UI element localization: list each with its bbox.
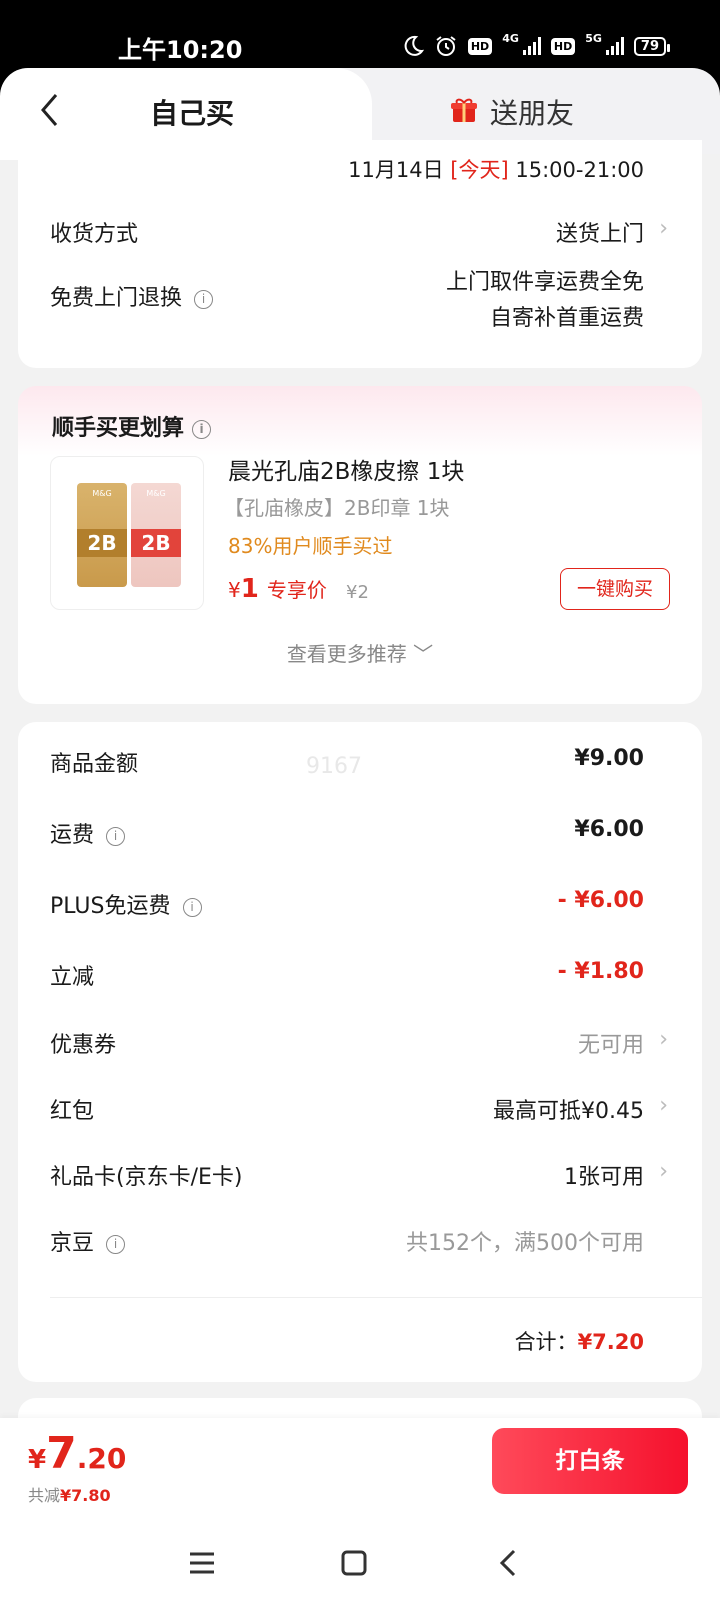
divider — [50, 1297, 702, 1298]
free-return-label: 免费上门退换 i — [50, 280, 214, 312]
delivery-time[interactable]: 11月14日 [今天] 15:00-21:00 — [348, 154, 644, 184]
info-icon[interactable]: i — [106, 1234, 126, 1254]
coupon-label: 优惠券 — [50, 1033, 117, 1058]
more-recommend-link[interactable]: 查看更多推荐 ﹀ — [18, 638, 702, 667]
recommend-title-text: 顺手买更划算 — [52, 416, 185, 441]
product-spec: 【孔庙橡皮】2B印章 1块 — [224, 496, 450, 520]
tab-send-friend-label: 送朋友 — [490, 97, 575, 130]
network-4g-label: 4G — [502, 31, 519, 45]
pay-dec: .20 — [76, 1442, 127, 1475]
eraser-brand: M&G — [146, 489, 166, 498]
chevron-right-icon[interactable]: › — [659, 1093, 668, 1118]
info-icon[interactable]: i — [182, 897, 202, 917]
jd-beans-text: 京豆 — [50, 1231, 95, 1256]
goods-amount-label: 商品金额 — [50, 752, 139, 777]
moon-icon — [404, 35, 424, 56]
back-icon — [499, 1549, 516, 1577]
saved-label: 共减 — [28, 1486, 61, 1505]
back-arrow-icon — [41, 94, 58, 126]
alarm-icon — [436, 36, 456, 56]
info-icon[interactable]: i — [192, 419, 212, 439]
total-row: 合计：¥7.20 — [515, 1326, 644, 1356]
goods-amount-value: ¥9.00 — [574, 746, 644, 771]
status-time: 上午10:20 — [118, 36, 243, 64]
nav-back-button[interactable] — [478, 1540, 538, 1586]
product-image[interactable]: M&G 2B M&G 2B — [50, 456, 204, 610]
product-stat: 83%用户顺手买过 — [228, 534, 393, 558]
info-icon[interactable]: i — [106, 826, 126, 846]
system-nav-bar — [0, 1528, 720, 1600]
delivery-date: 11月14日 — [348, 158, 444, 182]
delivery-today: [今天] — [450, 158, 509, 182]
plus-free-shipping-value: - ¥6.00 — [557, 888, 644, 913]
eraser-image-pink: M&G 2B — [131, 483, 181, 587]
price-tag: 专享价 — [266, 578, 327, 602]
free-return-line2: 自寄补首重运费 — [489, 306, 644, 331]
chevron-right-icon[interactable]: › — [659, 1159, 668, 1184]
hd-icon: HD — [550, 37, 576, 55]
saved-value: ¥7.80 — [60, 1486, 111, 1505]
eraser-label: 2B — [87, 531, 117, 555]
discount-value: - ¥1.80 — [557, 959, 644, 984]
total-value: ¥7.20 — [577, 1330, 644, 1354]
gift-card-value[interactable]: 1张可用 — [564, 1159, 644, 1191]
jd-beans-value: 共152个，满500个可用 — [406, 1231, 644, 1256]
jd-beans-label: 京豆 i — [50, 1225, 126, 1257]
home-icon — [341, 1550, 367, 1576]
plus-free-shipping-text: PLUS免运费 — [50, 894, 171, 919]
free-return-line1: 上门取件享运费全免 — [445, 270, 644, 295]
price-detail-card: 9167 商品金额 ¥9.00 运费 i ¥6.00 PLUS免运费 i - ¥6.… — [18, 722, 702, 1382]
eraser-image-gold: M&G 2B — [77, 483, 127, 587]
gift-card-label: 礼品卡(京东卡/E卡) — [50, 1165, 243, 1190]
tab-buy-self-label: 自己买 — [150, 97, 235, 130]
eraser-label: 2B — [141, 531, 171, 555]
delivery-method-label: 收货方式 — [50, 222, 139, 247]
price-value: 1 — [240, 574, 259, 604]
hd-icon: HD — [467, 37, 493, 55]
shipping-label: 运费 i — [50, 817, 126, 849]
watermark: 9167 — [306, 754, 362, 779]
shipping-value: ¥6.00 — [574, 817, 644, 842]
original-price: ¥2 — [346, 582, 369, 603]
delivery-window: 15:00-21:00 — [515, 158, 644, 182]
red-packet-label: 红包 — [50, 1099, 95, 1124]
pay-button[interactable]: 打白条 — [492, 1428, 688, 1494]
pay-yen: ¥ — [28, 1445, 47, 1475]
red-packet-value[interactable]: 最高可抵¥0.45 — [493, 1093, 644, 1125]
signal-icon — [605, 37, 624, 55]
pay-int: 7 — [46, 1428, 77, 1479]
product-price: ¥1 专享价 — [228, 574, 327, 604]
recommend-card: 顺手买更划算 i M&G 2B M&G 2B 晨光孔庙2B橡皮擦 1块 【孔庙橡皮… — [18, 386, 702, 704]
product-name[interactable]: 晨光孔庙2B橡皮擦 1块 — [228, 452, 464, 486]
signal-icon — [522, 37, 541, 55]
delivery-card: 11月14日 [今天] 15:00-21:00 收货方式 送货上门 › 免费上门… — [18, 140, 702, 368]
menu-button[interactable] — [172, 1540, 232, 1586]
coupon-value[interactable]: 无可用 — [578, 1027, 644, 1059]
one-click-buy-button[interactable]: 一键购买 — [560, 568, 670, 610]
recommend-title: 顺手买更划算 i — [52, 410, 212, 442]
delivery-method-value[interactable]: 送货上门 — [556, 216, 644, 248]
plus-free-shipping-label: PLUS免运费 i — [50, 888, 202, 920]
total-label: 合计： — [514, 1330, 578, 1354]
status-icons: HD 4G HD 5G 79 — [402, 31, 671, 58]
price-symbol: ¥ — [228, 578, 241, 602]
chevron-right-icon[interactable]: › — [659, 1027, 668, 1052]
checkout-bar: ¥7.20 共减¥7.80 打白条 — [0, 1418, 720, 1528]
back-button[interactable] — [30, 86, 70, 134]
battery-icon: 79 — [633, 36, 671, 56]
menu-icon — [190, 1552, 214, 1574]
network-5g-label: 5G — [585, 31, 602, 45]
pay-amount: ¥7.20 — [28, 1428, 126, 1479]
free-return-text: 免费上门退换 — [50, 286, 183, 311]
discount-label: 立减 — [50, 965, 95, 990]
home-button[interactable] — [324, 1540, 384, 1586]
eraser-brand: M&G — [92, 489, 112, 498]
saved-amount: 共减¥7.80 — [28, 1482, 111, 1506]
shipping-label-text: 运费 — [50, 823, 95, 848]
chevron-right-icon[interactable]: › — [659, 216, 668, 241]
gift-icon — [451, 98, 477, 122]
info-icon[interactable]: i — [194, 289, 214, 309]
